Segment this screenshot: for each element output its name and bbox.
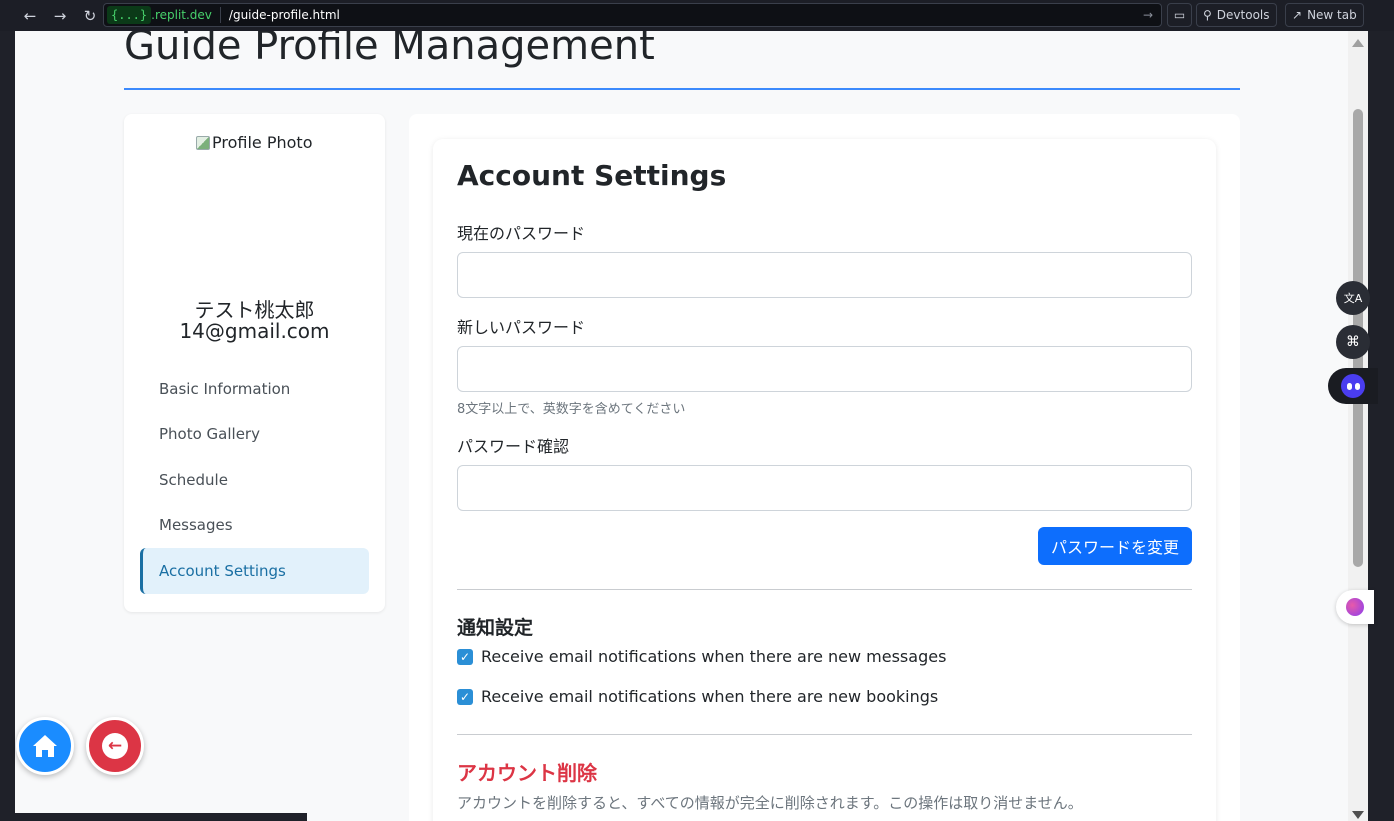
new-password-label: 新しいパスワード — [457, 318, 586, 337]
page-title: Guide Profile Management — [124, 31, 655, 69]
delete-account-title: アカウント削除 — [457, 761, 597, 785]
section-title: Account Settings — [457, 159, 727, 192]
scroll-up-icon[interactable] — [1352, 39, 1364, 47]
forward-arrow-icon[interactable]: → — [47, 3, 73, 29]
wrench-icon: ⚲ — [1203, 8, 1212, 22]
domain-text: .replit.dev — [151, 8, 212, 22]
brain-logo — [1346, 598, 1364, 616]
scroll-down-icon[interactable] — [1352, 811, 1364, 819]
notify-bookings-row: ✓ Receive email notifications when there… — [457, 687, 938, 706]
notify-messages-checkbox[interactable]: ✓ — [457, 648, 473, 665]
new-password-input[interactable] — [457, 346, 1192, 392]
notify-bookings-checkbox[interactable]: ✓ — [457, 688, 473, 705]
back-button[interactable]: ← — [86, 717, 144, 775]
new-tab-label: New tab — [1307, 8, 1357, 22]
right-gutter — [1368, 31, 1394, 821]
profile-photo-alt: Profile Photo — [212, 133, 313, 152]
domain-badge: {...} — [107, 6, 152, 24]
browser-toolbar: ← → ↻ {...} .replit.dev /guide-profile.h… — [0, 0, 1394, 31]
devtools-label: Devtools — [1216, 8, 1270, 22]
title-divider — [124, 88, 1240, 90]
notify-bookings-label: Receive email notifications when there a… — [481, 687, 939, 706]
divider — [457, 589, 1192, 590]
reload-icon[interactable]: ↻ — [77, 3, 103, 29]
new-password-hint: 8文字以上で、英数字を含めてください — [457, 402, 686, 417]
go-arrow-icon[interactable]: → — [1143, 8, 1153, 22]
broken-image-icon — [196, 135, 210, 150]
account-settings-card: Account Settings 現在のパスワード 新しいパスワード 8文字以上… — [433, 139, 1216, 821]
notifications-title: 通知設定 — [457, 617, 534, 639]
bot-face — [1341, 374, 1365, 398]
page-scrollbar[interactable] — [1348, 31, 1368, 821]
delete-account-warning: アカウントを削除すると、すべての情報が完全に削除されます。この操作は取り消せませ… — [457, 794, 1083, 812]
change-password-button[interactable]: パスワードを変更 — [1038, 527, 1192, 565]
profile-photo: Profile Photo — [196, 133, 312, 152]
bottom-bar — [0, 813, 307, 821]
confirm-password-input[interactable] — [457, 465, 1192, 511]
apps-grid-icon[interactable]: ⌘ — [1336, 325, 1370, 359]
assistant-bot-icon[interactable] — [1328, 368, 1378, 404]
devtools-button[interactable]: ⚲ Devtools — [1196, 3, 1277, 27]
notify-messages-row: ✓ Receive email notifications when there… — [457, 647, 946, 666]
sidebar-item-photo-gallery[interactable]: Photo Gallery — [140, 412, 369, 458]
page-viewport: Guide Profile Management Profile Photo テ… — [15, 31, 1348, 821]
left-gutter — [0, 31, 15, 821]
home-icon — [33, 735, 57, 757]
external-link-icon: ↗ — [1292, 8, 1303, 22]
confirm-password-label: パスワード確認 — [457, 437, 570, 456]
home-button[interactable] — [16, 717, 74, 775]
guide-email: 14@gmail.com — [179, 319, 330, 343]
arrow-left-icon: ← — [102, 733, 128, 759]
sidebar-nav: Basic Information Photo Gallery Schedule… — [140, 366, 369, 594]
sidebar-item-basic-information[interactable]: Basic Information — [140, 366, 369, 412]
url-separator — [219, 7, 221, 23]
address-bar[interactable]: {...} .replit.dev /guide-profile.html → — [103, 3, 1162, 27]
divider — [457, 734, 1192, 735]
device-icon[interactable]: ▭ — [1167, 3, 1192, 27]
profile-sidebar: Profile Photo テスト桃太郎 14@gmail.com Basic … — [124, 114, 385, 612]
current-password-input[interactable] — [457, 252, 1192, 298]
sidebar-item-schedule[interactable]: Schedule — [140, 457, 369, 503]
sidebar-item-messages[interactable]: Messages — [140, 503, 369, 549]
current-password-label: 現在のパスワード — [457, 224, 586, 243]
sidebar-item-account-settings[interactable]: Account Settings — [140, 548, 369, 594]
translate-icon[interactable]: 文A — [1336, 281, 1370, 315]
url-path: /guide-profile.html — [228, 8, 340, 22]
new-tab-button[interactable]: ↗ New tab — [1285, 3, 1364, 27]
back-arrow-icon[interactable]: ← — [17, 3, 43, 29]
brain-icon[interactable] — [1336, 590, 1374, 624]
notify-messages-label: Receive email notifications when there a… — [481, 647, 947, 666]
